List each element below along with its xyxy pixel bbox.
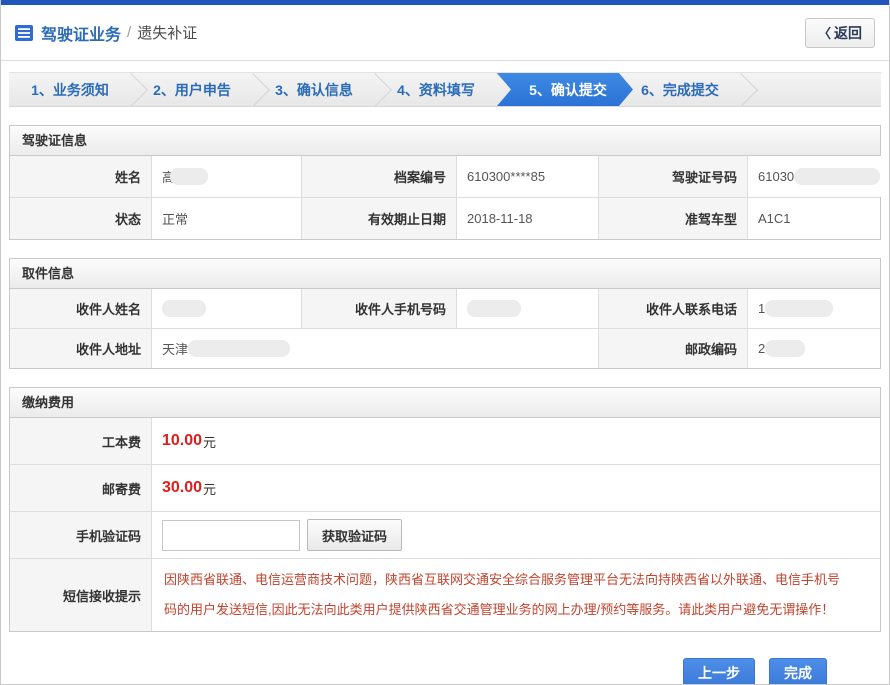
label-license-no: 驾驶证号码: [599, 156, 748, 197]
value-recipient-name: [152, 289, 302, 328]
redacted-value: [170, 168, 208, 185]
table-row: 邮寄费 30.00 元: [10, 464, 880, 511]
label-recipient-mobile: 收件人手机号码: [302, 289, 457, 328]
label-production-fee: 工本费: [10, 418, 152, 464]
section-license-info: 驾驶证信息 姓名 高 档案编号 610300****85 驾驶证号码 61030…: [9, 125, 881, 240]
step-5-confirm-submit-active[interactable]: 5、确认提交: [497, 73, 633, 106]
label-recipient-address: 收件人地址: [10, 329, 152, 368]
label-file-no: 档案编号: [302, 156, 457, 197]
get-sms-code-button[interactable]: 获取验证码: [307, 519, 402, 551]
step-3-confirm-info[interactable]: 3、确认信息: [253, 73, 375, 106]
table-row: 短信接收提示 因陕西省联通、电信运营商技术问题，陕西省互联网交通安全综合服务管理…: [10, 558, 880, 631]
back-button-label: 返回: [834, 23, 862, 43]
breadcrumb-separator: /: [127, 24, 131, 41]
production-fee-amount: 10.00: [162, 432, 202, 450]
label-expiry: 有效期止日期: [302, 198, 457, 239]
step-4-fill-data[interactable]: 4、资料填写: [375, 73, 497, 106]
table-row: 收件人姓名 收件人手机号码 收件人联系电话 1: [10, 289, 880, 328]
production-fee-unit: 元: [203, 432, 216, 451]
label-status: 状态: [10, 198, 152, 239]
step-bar-filler: [741, 73, 881, 106]
header: 驾驶证业务 / 遗失补证 〈 返回: [1, 5, 889, 61]
step-6-complete[interactable]: 6、完成提交: [619, 73, 741, 106]
value-postal-code: 2: [748, 329, 880, 368]
label-vehicle-class: 准驾车型: [599, 198, 748, 239]
value-recipient-mobile: [457, 289, 599, 328]
section-title-license: 驾驶证信息: [10, 126, 880, 156]
postage-fee-amount: 30.00: [162, 479, 202, 497]
value-status: 正常: [152, 198, 302, 239]
table-row: 状态 正常 有效期止日期 2018-11-18 准驾车型 A1C1: [10, 197, 880, 239]
table-row: 姓名 高 档案编号 610300****85 驾驶证号码 61030: [10, 156, 880, 197]
redacted-value: [794, 168, 880, 185]
label-postage-fee: 邮寄费: [10, 465, 152, 511]
page-title: 驾驶证业务: [41, 21, 121, 45]
page-subtitle: 遗失补证: [137, 22, 197, 43]
footer-actions: 上一步 完成: [1, 658, 889, 685]
label-sms-notice: 短信接收提示: [10, 559, 152, 631]
value-recipient-address: 天津: [152, 329, 599, 368]
section-title-fees: 缴纳费用: [10, 388, 880, 418]
value-file-no: 610300****85: [457, 156, 599, 197]
table-row: 收件人地址 天津 邮政编码 2: [10, 328, 880, 368]
step-1-notice[interactable]: 1、业务须知: [9, 73, 131, 106]
sms-notice-text: 因陕西省联通、电信运营商技术问题，陕西省互联网交通安全综合服务管理平台无法向持陕…: [162, 559, 870, 631]
value-name: 高: [152, 156, 302, 197]
value-production-fee: 10.00 元: [152, 418, 880, 464]
previous-step-button[interactable]: 上一步: [683, 658, 755, 685]
label-recipient-name: 收件人姓名: [10, 289, 152, 328]
value-sms-code: 获取验证码: [152, 512, 880, 558]
value-license-no: 61030: [748, 156, 890, 197]
finish-button[interactable]: 完成: [769, 658, 827, 685]
label-name: 姓名: [10, 156, 152, 197]
value-sms-notice: 因陕西省联通、电信运营商技术问题，陕西省互联网交通安全综合服务管理平台无法向持陕…: [152, 559, 880, 631]
redacted-value: [765, 300, 833, 317]
back-button[interactable]: 〈 返回: [805, 18, 875, 48]
table-row: 工本费 10.00 元: [10, 418, 880, 464]
redacted-value: [188, 340, 290, 357]
section-fees: 缴纳费用 工本费 10.00 元 邮寄费 30.00 元 手机验证码 获取验证码…: [9, 387, 881, 632]
list-icon: [15, 25, 33, 41]
postage-fee-unit: 元: [203, 479, 216, 498]
value-recipient-phone: 1: [748, 289, 880, 328]
section-pickup-info: 取件信息 收件人姓名 收件人手机号码 收件人联系电话 1 收件人地址 天津: [9, 258, 881, 369]
value-postage-fee: 30.00 元: [152, 465, 880, 511]
label-postal-code: 邮政编码: [599, 329, 748, 368]
step-2-declaration[interactable]: 2、用户申告: [131, 73, 253, 106]
table-row: 手机验证码 获取验证码: [10, 511, 880, 558]
label-sms-code: 手机验证码: [10, 512, 152, 558]
redacted-value: [765, 340, 805, 357]
value-expiry: 2018-11-18: [457, 198, 599, 239]
section-title-pickup: 取件信息: [10, 259, 880, 289]
sms-code-input[interactable]: [162, 520, 300, 551]
page-panel: 驾驶证业务 / 遗失补证 〈 返回 1、业务须知 2、用户申告 3、确认信息 4…: [0, 0, 890, 685]
redacted-value: [162, 300, 206, 317]
redacted-value: [467, 300, 521, 317]
step-wizard: 1、业务须知 2、用户申告 3、确认信息 4、资料填写 5、确认提交 6、完成提…: [9, 72, 881, 107]
chevron-left-icon: 〈: [818, 23, 831, 42]
label-recipient-phone: 收件人联系电话: [599, 289, 748, 328]
value-vehicle-class: A1C1: [748, 198, 880, 239]
